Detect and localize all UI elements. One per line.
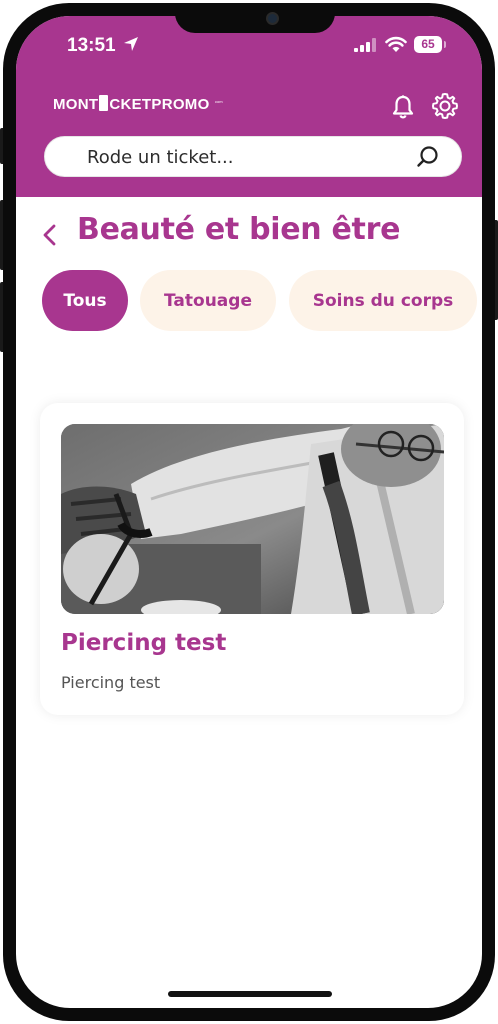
chip-tatouage[interactable]: Tatouage [140,270,276,331]
gear-icon[interactable] [430,91,460,121]
offer-subtitle: Piercing test [61,673,161,692]
logo-text-end: CKETPROMO [109,96,210,113]
chevron-left-icon[interactable] [40,223,60,247]
battery-icon: 65 [414,36,446,53]
chip-soins-du-corps[interactable]: Soins du corps [289,270,477,331]
app-screen: 13:51 65 MONT CKETPROMO com Rode un tick… [16,16,482,1008]
chip-tous[interactable]: Tous [42,270,128,331]
bell-icon[interactable] [391,94,415,120]
front-camera [266,12,279,25]
offer-title: Piercing test [61,630,227,656]
home-indicator[interactable] [168,991,332,997]
location-arrow-icon [124,37,138,51]
phone-frame: 13:51 65 MONT CKETPROMO com Rode un tick… [3,3,495,1021]
notch [175,3,335,33]
piercing-photo [61,424,444,614]
search-icon[interactable] [416,145,440,169]
ticket-mark-icon [99,95,109,111]
offer-card[interactable]: Piercing test Piercing test [40,403,464,715]
page-title: Beauté et bien être [77,212,401,247]
status-time: 13:51 [67,35,116,56]
search-input[interactable] [87,143,407,171]
logo-suffix: com [215,99,223,104]
app-logo: MONT CKETPROMO [53,95,210,114]
logo-text-start: MONT [53,96,99,113]
wifi-icon [385,36,407,52]
category-filter-chips: Tous Tatouage Soins du corps [16,270,482,332]
signal-icon [354,38,376,52]
offer-image [61,424,444,614]
search-bar[interactable] [44,136,462,177]
app-header: 13:51 65 MONT CKETPROMO com [16,16,482,197]
